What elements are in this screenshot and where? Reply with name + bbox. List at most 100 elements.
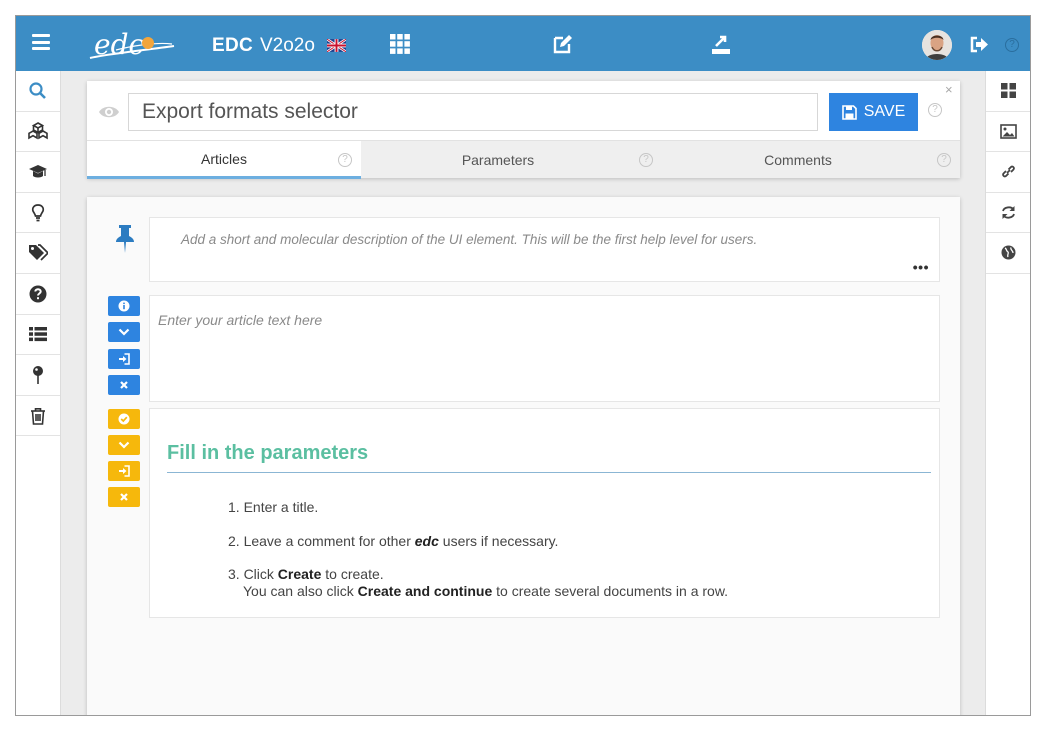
sidebar-item-list[interactable] bbox=[16, 315, 60, 356]
chevron-down-icon bbox=[118, 441, 130, 449]
close-icon bbox=[120, 493, 128, 501]
pushpin-icon[interactable] bbox=[114, 224, 136, 254]
top-bar: edc EDC V2o2o ? bbox=[16, 16, 1030, 71]
description-placeholder: Add a short and molecular description of… bbox=[181, 232, 758, 247]
tab-parameters[interactable]: Parameters bbox=[361, 141, 635, 179]
floppy-disk-icon bbox=[841, 104, 857, 120]
sidebar-item-images[interactable] bbox=[986, 112, 1030, 152]
step-2-text-c: users if necessary. bbox=[438, 533, 559, 549]
app-name: EDC bbox=[212, 35, 254, 56]
sidebar-item-languages[interactable] bbox=[986, 233, 1030, 274]
article-text-field[interactable]: Enter your article text here bbox=[149, 295, 940, 402]
tab-articles-help-icon[interactable]: ? bbox=[338, 153, 352, 167]
article-placeholder: Enter your article text here bbox=[158, 312, 323, 328]
step-2-brand: edc bbox=[414, 533, 439, 549]
grid-icon bbox=[1000, 83, 1016, 99]
sign-in-icon bbox=[119, 465, 130, 477]
save-label: SAVE bbox=[863, 103, 906, 120]
info-icon bbox=[118, 300, 130, 312]
tab-comments[interactable]: Comments bbox=[648, 141, 948, 179]
refresh-icon bbox=[1001, 205, 1015, 219]
title-help-icon[interactable]: ? bbox=[928, 103, 942, 117]
check-circle-icon bbox=[118, 413, 130, 425]
export-icon[interactable] bbox=[710, 33, 732, 55]
step-1-text: 1. Enter a title. bbox=[228, 499, 319, 515]
edc-logo[interactable]: edc bbox=[86, 24, 176, 64]
sidebar-item-location[interactable] bbox=[16, 355, 60, 396]
graduation-cap-icon bbox=[29, 164, 47, 178]
validate-button[interactable] bbox=[108, 409, 140, 429]
collapse-button[interactable] bbox=[108, 322, 140, 342]
step-3: 3. Click Create to create. You can also … bbox=[228, 566, 728, 600]
tab-parameters-label: Parameters bbox=[461, 152, 535, 168]
menu-icon[interactable] bbox=[32, 34, 50, 50]
eye-icon[interactable] bbox=[98, 104, 120, 120]
step-3-text-f: to create several documents in a row. bbox=[492, 583, 729, 599]
step-3-text-d: You can also click bbox=[243, 583, 358, 599]
remove-button-yellow[interactable] bbox=[108, 487, 140, 507]
search-icon bbox=[29, 82, 46, 99]
trash-icon bbox=[31, 407, 45, 425]
close-icon bbox=[120, 381, 128, 389]
chevron-down-icon bbox=[118, 328, 130, 336]
sidebar-item-trash[interactable] bbox=[16, 396, 60, 437]
insert-button-yellow[interactable] bbox=[108, 461, 140, 481]
tab-articles[interactable]: Articles bbox=[87, 141, 361, 179]
collapse-button-yellow[interactable] bbox=[108, 435, 140, 455]
image-icon bbox=[999, 123, 1017, 139]
tab-bar: Articles ? Parameters ? Comments ? bbox=[87, 140, 960, 179]
tab-comments-help-icon[interactable]: ? bbox=[937, 153, 951, 167]
sidebar-item-links[interactable] bbox=[986, 152, 1030, 193]
step-3-create: Create bbox=[277, 566, 322, 582]
info-button[interactable] bbox=[108, 296, 140, 316]
map-pin-icon bbox=[33, 365, 43, 384]
sidebar-item-layout[interactable] bbox=[986, 71, 1030, 112]
heading-divider bbox=[167, 472, 931, 473]
save-button[interactable]: SAVE bbox=[829, 93, 918, 131]
sidebar-item-cubes[interactable] bbox=[16, 112, 60, 153]
cubes-icon bbox=[28, 122, 48, 140]
globe-icon bbox=[1001, 245, 1015, 260]
edit-icon[interactable] bbox=[551, 33, 573, 55]
title-input[interactable] bbox=[128, 93, 818, 131]
user-avatar[interactable] bbox=[922, 30, 952, 60]
app-version: V2o2o bbox=[260, 35, 315, 56]
editor-header: SAVE ? × Articles ? Parameters ? Comment… bbox=[87, 81, 960, 179]
parameters-heading: Fill in the parameters bbox=[167, 442, 369, 464]
list-icon bbox=[29, 327, 47, 342]
tab-comments-label: Comments bbox=[764, 152, 832, 168]
step-2: 2. Leave a comment for other edc users i… bbox=[228, 533, 558, 550]
step-3-text-c: to create. bbox=[321, 566, 384, 582]
tab-articles-label: Articles bbox=[201, 150, 247, 167]
apps-grid-icon[interactable] bbox=[389, 33, 411, 55]
tags-icon bbox=[29, 244, 48, 261]
article-editor: Add a short and molecular description of… bbox=[87, 197, 960, 715]
more-options-icon[interactable]: ••• bbox=[913, 260, 929, 274]
sign-in-icon bbox=[119, 353, 130, 365]
remove-button[interactable] bbox=[108, 375, 140, 395]
link-icon bbox=[1001, 165, 1015, 178]
sidebar-item-help[interactable] bbox=[16, 274, 60, 315]
svg-text:edc: edc bbox=[94, 28, 144, 61]
logout-icon[interactable] bbox=[970, 36, 989, 53]
left-sidebar bbox=[16, 71, 61, 715]
description-field[interactable]: Add a short and molecular description of… bbox=[149, 217, 940, 282]
sidebar-item-tags[interactable] bbox=[16, 233, 60, 274]
question-circle-icon bbox=[29, 285, 47, 303]
step-3-create-continue: Create and continue bbox=[357, 583, 493, 599]
right-sidebar bbox=[985, 71, 1030, 715]
insert-button[interactable] bbox=[108, 349, 140, 369]
close-icon[interactable]: × bbox=[945, 82, 953, 97]
lightbulb-icon bbox=[31, 203, 45, 221]
help-icon[interactable]: ? bbox=[1005, 38, 1019, 52]
step-1: 1. Enter a title. bbox=[228, 499, 318, 516]
sidebar-item-learning[interactable] bbox=[16, 152, 60, 193]
step-2-text-a: 2. Leave a comment for other bbox=[228, 533, 415, 549]
parameters-block[interactable]: Fill in the parameters 1. Enter a title.… bbox=[149, 408, 940, 618]
app-window: edc EDC V2o2o ? Export formats selector … bbox=[15, 15, 1031, 716]
sidebar-item-ideas[interactable] bbox=[16, 193, 60, 234]
step-3-text-a: 3. Click bbox=[228, 566, 278, 582]
sidebar-item-search[interactable] bbox=[16, 71, 60, 112]
uk-flag-icon[interactable] bbox=[327, 39, 346, 52]
sidebar-item-sync[interactable] bbox=[986, 193, 1030, 233]
